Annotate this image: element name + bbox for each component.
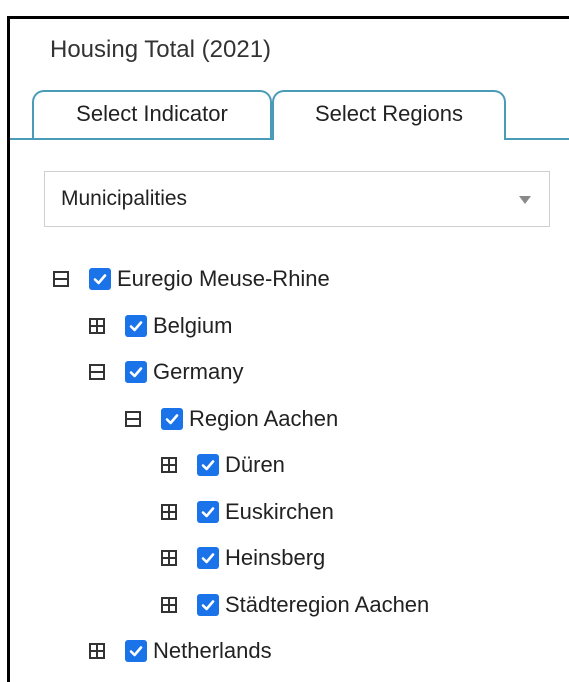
collapse-node-icon[interactable] bbox=[125, 411, 141, 427]
expand-node-icon[interactable] bbox=[161, 550, 177, 566]
expand-node-icon[interactable] bbox=[161, 457, 177, 473]
checkbox-checked-icon[interactable] bbox=[197, 501, 219, 523]
tree-node-euskirchen: Euskirchen bbox=[161, 497, 334, 527]
tree-node-euregio-meuse-rhine: Euregio Meuse-Rhine bbox=[53, 264, 330, 294]
checkbox-checked-icon[interactable] bbox=[197, 547, 219, 569]
tree-node-label[interactable]: Belgium bbox=[153, 313, 232, 339]
tree-node-label[interactable]: Germany bbox=[153, 359, 243, 385]
region-level-value: Municipalities bbox=[61, 187, 188, 210]
tree-node-label[interactable]: Region Aachen bbox=[189, 406, 338, 432]
tab-select-regions[interactable]: Select Regions bbox=[272, 90, 506, 140]
tree-node-label[interactable]: Heinsberg bbox=[225, 545, 325, 571]
collapse-node-icon[interactable] bbox=[89, 364, 105, 380]
region-level-dropdown[interactable]: Municipalities bbox=[44, 171, 550, 227]
tree-node-duren: Düren bbox=[161, 450, 285, 480]
tree-node-label[interactable]: Netherlands bbox=[153, 638, 272, 664]
tree-node-belgium: Belgium bbox=[89, 311, 232, 341]
checkbox-checked-icon[interactable] bbox=[125, 640, 147, 662]
checkbox-checked-icon[interactable] bbox=[89, 268, 111, 290]
checkbox-checked-icon[interactable] bbox=[197, 594, 219, 616]
chevron-down-icon[interactable] bbox=[519, 196, 531, 204]
checkbox-checked-icon[interactable] bbox=[125, 315, 147, 337]
checkbox-checked-icon[interactable] bbox=[125, 361, 147, 383]
tab-select-indicator[interactable]: Select Indicator bbox=[32, 90, 272, 138]
panel-title: Housing Total (2021) bbox=[50, 36, 272, 63]
tree-node-heinsberg: Heinsberg bbox=[161, 543, 325, 573]
tree-node-label[interactable]: Düren bbox=[225, 452, 285, 478]
tree-node-germany: Germany bbox=[89, 357, 243, 387]
tree-node-netherlands: Netherlands bbox=[89, 636, 272, 666]
expand-node-icon[interactable] bbox=[161, 504, 177, 520]
expand-node-icon[interactable] bbox=[161, 597, 177, 613]
tree-node-label[interactable]: Euregio Meuse-Rhine bbox=[117, 266, 330, 292]
tree-node-label[interactable]: Städteregion Aachen bbox=[225, 592, 429, 618]
checkbox-checked-icon[interactable] bbox=[197, 454, 219, 476]
checkbox-checked-icon[interactable] bbox=[161, 408, 183, 430]
tree-node-region-aachen: Region Aachen bbox=[125, 404, 338, 434]
expand-node-icon[interactable] bbox=[89, 318, 105, 334]
tree-node-stadteregion-aachen: Städteregion Aachen bbox=[161, 590, 429, 620]
tree-node-label[interactable]: Euskirchen bbox=[225, 499, 334, 525]
expand-node-icon[interactable] bbox=[89, 643, 105, 659]
collapse-node-icon[interactable] bbox=[53, 271, 69, 287]
